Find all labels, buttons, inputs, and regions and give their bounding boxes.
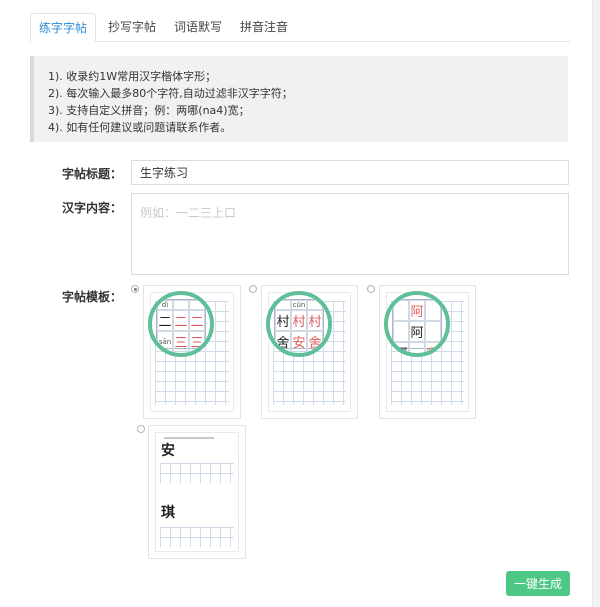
template-card-1[interactable]: dì 二 二 二 sān 三 三	[143, 285, 241, 419]
mag-cell	[425, 300, 441, 321]
template-radio-2[interactable]	[249, 285, 257, 293]
notice-line: 2). 每次输入最多80个字符,自动过滤非汉字字符；	[48, 87, 293, 100]
mag-cell	[409, 342, 425, 353]
tab-pinyin[interactable]: 拼音注音	[232, 13, 296, 41]
mag-cell: 阿	[409, 321, 425, 342]
tab-dictation[interactable]: 词语默写	[166, 13, 230, 41]
mag-cell	[393, 300, 409, 321]
template-radio-3[interactable]	[367, 285, 375, 293]
notice-line: 4). 如有任何建议或问题请联系作者。	[48, 121, 232, 134]
notice-line: 3). 支持自定义拼音；例：两哪(na4)宽；	[48, 104, 250, 117]
magnifier-icon: dì 二 二 二 sān 三 三	[148, 291, 214, 357]
template-radio-4[interactable]	[137, 425, 145, 433]
mag-cell: 阿	[409, 300, 425, 321]
mag-cell: 舍	[307, 331, 323, 352]
tab-bar: 练字字帖 抄写字帖 词语默写 拼音注音	[30, 13, 570, 42]
grid-lines	[160, 463, 234, 483]
mag-cell: 二	[157, 310, 173, 331]
mag-cell	[173, 300, 189, 310]
window-edge	[592, 0, 600, 607]
mag-cell: 村	[307, 310, 323, 331]
template-radio-1[interactable]	[131, 285, 139, 293]
sample-char: 安	[161, 443, 175, 459]
mag-cell	[275, 300, 291, 310]
content-textarea[interactable]	[131, 193, 569, 275]
tab-practice[interactable]: 练字字帖	[30, 13, 96, 42]
mag-cell: 二	[189, 310, 205, 331]
info-notice: 1). 收录约1W常用汉字楷体字形； 2). 每次输入最多80个字符,自动过滤非…	[30, 56, 568, 142]
grid-lines	[160, 527, 234, 547]
mag-cell	[189, 300, 205, 310]
notice-line: 1). 收录约1W常用汉字楷体字形；	[48, 70, 217, 83]
title-input[interactable]	[131, 160, 569, 185]
mag-cell: 村	[291, 310, 307, 331]
mag-cell	[307, 300, 323, 310]
mag-cell: sān	[157, 331, 173, 352]
title-label: 字帖标题：	[62, 167, 123, 181]
magnifier-icon: 阿 阿 哪 哪	[384, 291, 450, 357]
mag-cell	[393, 321, 409, 342]
mag-cell: 舍	[275, 331, 291, 352]
mag-cell: 三	[173, 331, 189, 352]
template-card-2[interactable]: cūn 村 村 村 舍 安 舍	[261, 285, 358, 419]
magnifier-icon: cūn 村 村 村 舍 安 舍	[266, 291, 332, 357]
tab-copy[interactable]: 抄写字帖	[100, 13, 164, 41]
generate-button[interactable]: 一键生成	[506, 571, 570, 596]
sample-char: 琪	[161, 505, 175, 521]
content-label: 汉字内容：	[62, 201, 123, 215]
mag-cell	[425, 321, 441, 342]
template-card-3[interactable]: 阿 阿 哪 哪	[379, 285, 476, 419]
preview-title-line	[164, 437, 214, 439]
template-card-4[interactable]: 安 琪	[148, 425, 246, 559]
mag-cell: 安	[291, 331, 307, 352]
mag-cell: dì	[157, 300, 173, 310]
mag-cell: 二	[173, 310, 189, 331]
template-label: 字帖模板：	[62, 290, 123, 304]
mag-cell: 村	[275, 310, 291, 331]
mag-cell: 三	[189, 331, 205, 352]
mag-cell: cūn	[291, 300, 307, 310]
